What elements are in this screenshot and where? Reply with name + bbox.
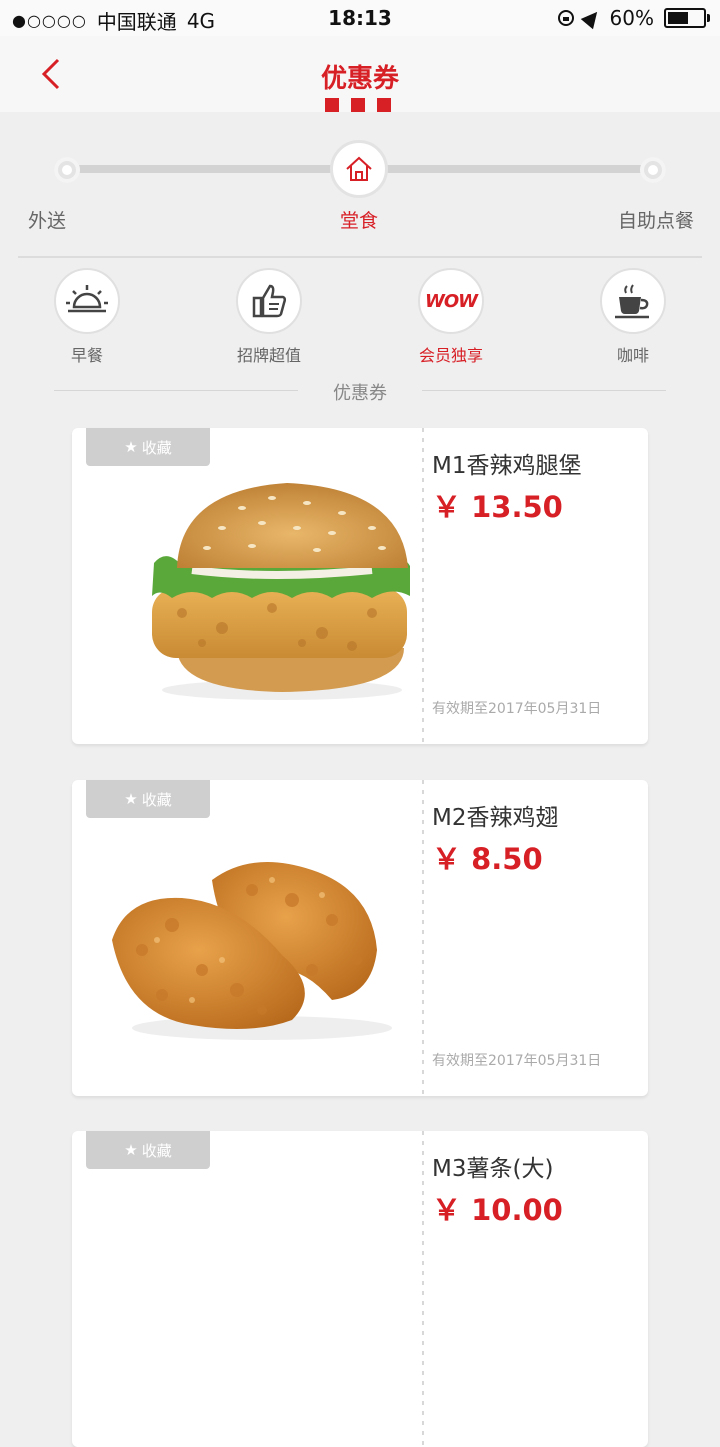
mode-delivery-label[interactable]: 外送 — [28, 206, 66, 233]
page-title: 优惠券 — [320, 64, 399, 94]
sunrise-icon — [66, 285, 108, 313]
category-breakfast[interactable]: 早餐 — [27, 268, 147, 366]
coupon-price: ￥ 8.50 — [432, 842, 543, 876]
coupon-card[interactable]: ★ 收藏 M2香辣鸡翅 ￥ 8.50 有效期至2017年05月31日 — [72, 780, 648, 1096]
perforation — [422, 428, 424, 744]
favorite-button[interactable]: ★ 收藏 — [86, 428, 210, 466]
category-coffee[interactable]: 咖啡 — [573, 268, 693, 366]
thumbs-up-icon — [252, 284, 287, 318]
category-member-exclusive[interactable]: WOW 会员独享 — [391, 268, 511, 366]
battery-percent: 60% — [609, 6, 654, 30]
perforation — [422, 1131, 424, 1447]
star-icon: ★ — [124, 438, 138, 456]
category-icon-circle — [54, 268, 120, 334]
category-icon-circle — [600, 268, 666, 334]
coupon-item-name: M1香辣鸡腿堡 — [432, 453, 582, 479]
rotation-lock-icon — [557, 10, 574, 26]
location-arrow-icon — [580, 6, 603, 30]
category-label: 早餐 — [70, 346, 103, 365]
coupon-price: ￥ 10.00 — [432, 1193, 563, 1227]
section-title: 优惠券 — [333, 383, 387, 404]
coupon-item-name: M2香辣鸡翅 — [432, 805, 559, 831]
kfc-stripes-logo — [325, 98, 391, 112]
status-bar: ●○○○○ 中国联通 4G 18:13 60% — [0, 0, 720, 36]
mode-node-dine-in[interactable] — [330, 140, 388, 198]
coupon-card[interactable]: ★ 收藏 M1香辣鸡腿堡 ￥ 13.50 有效期至2017年05月31日 — [72, 428, 648, 744]
category-label: 会员独享 — [418, 346, 483, 365]
chicken-wings-image — [112, 862, 392, 1040]
battery-icon — [664, 8, 710, 28]
header: 优惠券 — [0, 36, 720, 112]
coupon-price: ￥ 13.50 — [432, 490, 563, 524]
coupon-card[interactable]: ★ 收藏 M3薯条(大) ￥ 10.00 — [72, 1131, 648, 1447]
favorite-button[interactable]: ★ 收藏 — [86, 780, 210, 818]
coffee-cup-icon — [615, 284, 649, 319]
category-label: 咖啡 — [616, 346, 649, 365]
star-icon: ★ — [124, 1141, 138, 1159]
burger-image — [152, 483, 410, 700]
coupon-expiry: 有效期至2017年05月31日 — [432, 701, 602, 717]
coupon-expiry: 有效期至2017年05月31日 — [432, 1053, 602, 1069]
category-icon-circle: WOW — [418, 268, 484, 334]
perforation — [422, 780, 424, 1096]
mode-self-order-label[interactable]: 自助点餐 — [618, 206, 694, 233]
category-label: 招牌超值 — [236, 346, 301, 365]
favorite-button[interactable]: ★ 收藏 — [86, 1131, 210, 1169]
status-right: 60% — [557, 6, 710, 30]
divider — [18, 256, 702, 258]
mode-dine-in-label[interactable]: 堂食 — [340, 206, 378, 233]
battery-level — [668, 12, 688, 24]
wow-icon: WOW — [424, 290, 478, 312]
favorite-label: 收藏 — [141, 438, 172, 457]
favorite-label: 收藏 — [141, 790, 172, 809]
star-icon: ★ — [124, 790, 138, 808]
mode-node-self-order[interactable] — [640, 157, 666, 183]
home-icon — [346, 156, 372, 181]
mode-node-delivery[interactable] — [54, 157, 80, 183]
favorite-label: 收藏 — [141, 1141, 172, 1160]
category-icon-circle — [236, 268, 302, 334]
category-signature-value[interactable]: 招牌超值 — [209, 268, 329, 366]
coupon-item-name: M3薯条(大) — [432, 1156, 554, 1182]
